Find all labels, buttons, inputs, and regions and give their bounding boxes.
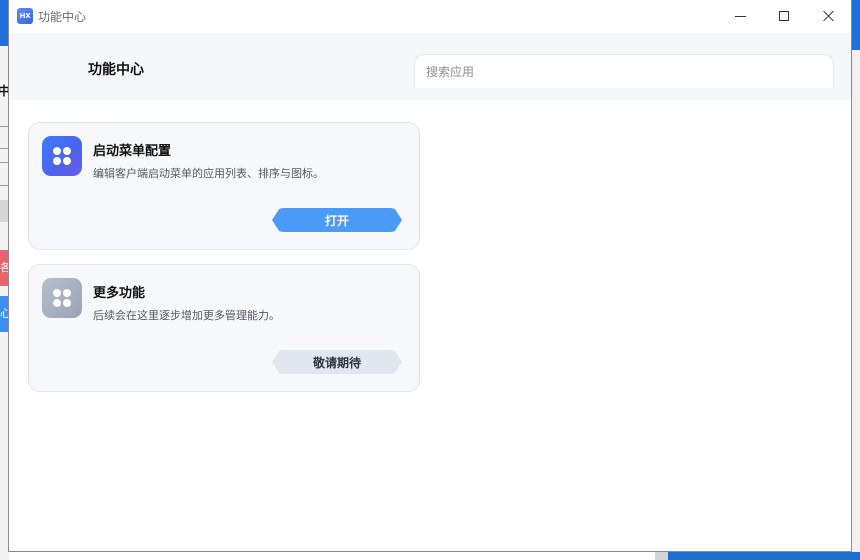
title-bar[interactable]: HX 功能中心: [9, 0, 851, 33]
grid-dot: [63, 299, 71, 307]
grid-dot: [63, 157, 71, 165]
apps-grid-icon: [42, 136, 82, 176]
apps-grid-icon: [42, 278, 82, 318]
window-title: 功能中心: [38, 10, 87, 24]
card-description: 后续会在这里逐步增加更多管理能力。: [93, 309, 280, 322]
minimize-icon: [734, 15, 746, 17]
background-taskbar-gray: [655, 552, 668, 560]
app-logo-icon: HX: [17, 8, 33, 24]
feature-card-startup-menu: 启动菜单配置 编辑客户端启动菜单的应用列表、排序与图标。 打开: [28, 122, 420, 250]
card-title: 更多功能: [93, 286, 146, 301]
page-header: 功能中心: [9, 33, 851, 100]
maximize-icon: [779, 11, 789, 21]
grid-dot: [53, 289, 61, 297]
card-description: 编辑客户端启动菜单的应用列表、排序与图标。: [93, 167, 324, 180]
minimize-button[interactable]: [717, 0, 763, 32]
search-input[interactable]: [414, 54, 834, 88]
open-button[interactable]: 打开: [272, 208, 402, 232]
grid-dot: [53, 147, 61, 155]
function-center-window: HX 功能中心 功能中心 启动菜单配置 编辑客户端启动菜单的应用列表、排序与图标…: [8, 0, 852, 552]
grid-dot: [53, 299, 61, 307]
background-window-right: [851, 0, 860, 560]
close-icon: [823, 10, 835, 22]
background-taskbar-blue: [668, 552, 860, 560]
grid-dot: [63, 147, 71, 155]
page-title: 功能中心: [88, 62, 144, 78]
coming-soon-button: 敬请期待: [272, 350, 402, 374]
grid-dot: [63, 289, 71, 297]
card-title: 启动菜单配置: [93, 144, 172, 159]
maximize-button[interactable]: [761, 0, 807, 32]
close-button[interactable]: [806, 0, 852, 32]
background-blue-strip: [851, 0, 860, 50]
grid-dot: [53, 157, 61, 165]
feature-card-more-features: 更多功能 后续会在这里逐步增加更多管理能力。 敬请期待: [28, 264, 420, 392]
